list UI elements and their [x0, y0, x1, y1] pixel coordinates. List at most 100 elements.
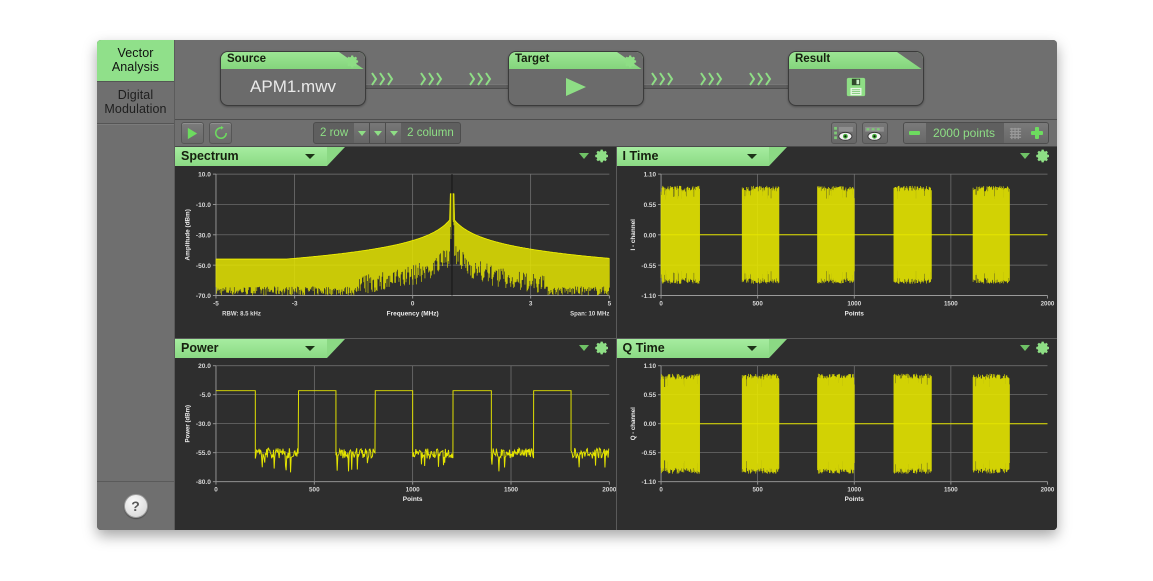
svg-text:2000: 2000	[1040, 301, 1054, 308]
svg-text:2000: 2000	[1040, 486, 1054, 493]
trace-visibility-icon	[865, 126, 885, 141]
panel-q-time-tools	[1020, 340, 1051, 356]
chevron-triple-right-icon	[371, 72, 378, 86]
decrease-points-button[interactable]	[903, 123, 926, 143]
target-gear-icon[interactable]	[623, 54, 638, 69]
plot-power[interactable]: 20.0 -5.0 -30.0 -55.0 -80.0 0 500 1000 1500 2000 P…	[175, 358, 615, 530]
chevron-triple-right-icon	[485, 72, 492, 86]
result-node[interactable]: Result	[788, 51, 924, 106]
panel-q-time: Q Time 1.10 0.55 0.00 -0.55 -1.10 0 500 1000 150…	[616, 339, 1058, 530]
chevron-triple-right-icon	[651, 72, 658, 86]
svg-text:Power (dBm): Power (dBm)	[184, 405, 191, 442]
column-count-display[interactable]: 2 column	[401, 123, 460, 143]
sidebar-footer: ?	[97, 481, 174, 530]
sidebar-item-vector-analysis[interactable]: Vector Analysis	[97, 40, 174, 82]
target-node-value-row	[509, 69, 643, 104]
target-node[interactable]: Target	[508, 51, 644, 106]
trace-visibility-button[interactable]	[861, 122, 888, 144]
plot-grid: Spectrum 10.0 -10.0 -30.0 -50.0 -70.0 -5 -3 0 3 5…	[175, 147, 1057, 530]
chevron-triple-right-icon	[469, 72, 476, 86]
chevron-down-icon[interactable]	[305, 154, 315, 159]
panel-q-time-title: Q Time	[622, 341, 665, 355]
signal-flow-bar: Source APM1.mwv Target Result	[175, 40, 1057, 120]
plot-spectrum[interactable]: 10.0 -10.0 -30.0 -50.0 -70.0 -5 -3 0 3 5 Frequency…	[175, 166, 616, 338]
svg-text:1000: 1000	[847, 486, 861, 493]
sidebar-item-digital-modulation-label: Digital Modulation	[104, 88, 167, 116]
svg-text:0: 0	[659, 301, 663, 308]
save-disk-icon[interactable]	[845, 76, 867, 98]
svg-text:0: 0	[411, 301, 415, 308]
svg-text:500: 500	[309, 486, 320, 493]
panel-spectrum-gear-icon[interactable]	[594, 148, 610, 164]
chevron-down-icon[interactable]	[578, 153, 589, 159]
chevron-triple-right-icon	[667, 72, 674, 86]
marker-visibility-button[interactable]	[830, 122, 857, 144]
row-count-dropdown[interactable]	[354, 123, 370, 143]
sidebar-item-digital-modulation[interactable]: Digital Modulation	[97, 82, 174, 124]
column-count-dropdown[interactable]	[386, 123, 402, 143]
svg-text:-0.55: -0.55	[641, 450, 656, 457]
main-area: Source APM1.mwv Target Result 2 row 2 co…	[175, 40, 1057, 530]
source-gear-icon[interactable]	[345, 54, 360, 69]
chevron-triple-right-icon	[716, 72, 723, 86]
panel-q-time-tab[interactable]: Q Time	[616, 339, 787, 358]
result-node-header: Result	[789, 52, 923, 70]
panel-i-time-header: I Time	[616, 147, 1057, 166]
help-icon-label: ?	[131, 498, 140, 514]
chevron-group-2	[420, 71, 443, 87]
svg-text:-30.0: -30.0	[196, 421, 211, 428]
chevron-triple-right-icon	[379, 72, 386, 86]
svg-text:-5: -5	[213, 301, 219, 308]
panel-i-time-tab[interactable]: I Time	[616, 147, 787, 166]
panel-power-gear-icon[interactable]	[594, 340, 610, 356]
panel-power-title: Power	[181, 341, 219, 355]
panel-power: Power 20.0 -5.0 -30.0 -55.0 -80.0 0 500 1000 150…	[175, 339, 616, 530]
grid-icon	[1009, 127, 1021, 139]
row-count-display[interactable]: 2 row	[314, 123, 354, 143]
increase-points-button[interactable]	[1026, 123, 1048, 143]
source-node[interactable]: Source APM1.mwv	[220, 51, 366, 106]
panel-q-time-gear-icon[interactable]	[1035, 340, 1051, 356]
chevron-triple-right-icon	[659, 72, 666, 86]
help-icon[interactable]: ?	[123, 494, 148, 518]
chevron-down-icon[interactable]	[1020, 153, 1030, 159]
panel-spectrum-tab[interactable]: Spectrum	[175, 147, 345, 166]
points-control[interactable]: 2000 points	[902, 122, 1049, 144]
chevron-down-icon	[373, 130, 382, 136]
points-grid-button[interactable]	[1004, 123, 1026, 143]
panel-spectrum-title: Spectrum	[181, 149, 239, 163]
svg-text:Points: Points	[844, 496, 864, 503]
chevron-triple-right-icon	[708, 72, 715, 86]
chevron-group-6	[749, 71, 772, 87]
panel-spectrum-header: Spectrum	[175, 147, 616, 166]
panel-i-time-title: I Time	[622, 149, 659, 163]
svg-text:3: 3	[529, 301, 533, 308]
plus-icon	[1031, 127, 1043, 139]
chevron-down-icon[interactable]	[746, 346, 757, 351]
svg-text:5: 5	[608, 301, 612, 308]
target-node-title: Target	[515, 53, 550, 65]
svg-text:1500: 1500	[943, 486, 957, 493]
svg-text:-30.0: -30.0	[196, 232, 211, 239]
plot-q-time[interactable]: 1.10 0.55 0.00 -0.55 -1.10 0 500 1000 1500 2000 Po…	[617, 358, 1058, 530]
play-icon[interactable]	[563, 76, 589, 98]
chevron-down-icon[interactable]	[1020, 345, 1030, 351]
continuous-run-button[interactable]	[209, 122, 232, 144]
sidebar-filler	[97, 124, 174, 481]
svg-text:Span: 10 MHz: Span: 10 MHz	[570, 312, 609, 318]
svg-text:-5.0: -5.0	[200, 392, 212, 399]
panel-spectrum: Spectrum 10.0 -10.0 -30.0 -50.0 -70.0 -5 -3 0 3 5…	[175, 147, 616, 338]
layout-dropdown[interactable]	[370, 123, 386, 143]
panel-spectrum-tools	[578, 148, 610, 164]
grid-layout-control[interactable]: 2 row 2 column	[313, 122, 461, 144]
panel-i-time-gear-icon[interactable]	[1035, 148, 1051, 164]
panel-power-tab[interactable]: Power	[175, 339, 345, 358]
chevron-group-1	[371, 71, 394, 87]
chevron-down-icon[interactable]	[578, 345, 589, 351]
chevron-down-icon[interactable]	[746, 154, 757, 159]
run-button[interactable]	[181, 122, 204, 144]
points-value[interactable]: 2000 points	[926, 126, 1004, 140]
svg-text:0.00: 0.00	[643, 232, 656, 239]
chevron-down-icon[interactable]	[305, 346, 315, 351]
plot-i-time[interactable]: 1.10 0.55 0.00 -0.55 -1.10 0 500 1000 1500 2000 Po…	[617, 166, 1058, 338]
